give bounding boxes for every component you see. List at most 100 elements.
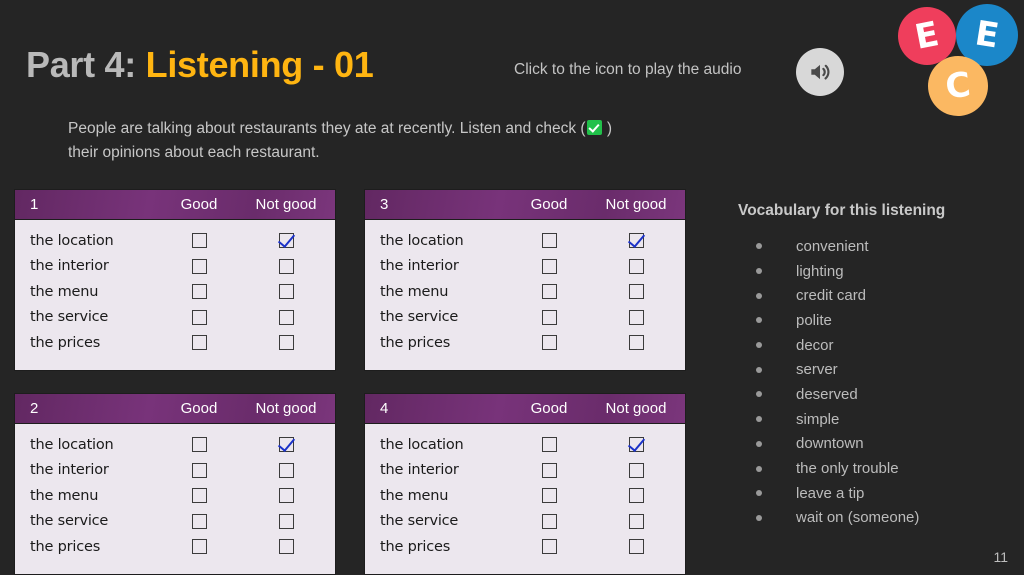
checkbox-good[interactable] [541, 488, 557, 504]
row-label: the menu [380, 283, 449, 300]
checkbox-not-good[interactable] [628, 539, 644, 555]
checkbox-good[interactable] [541, 437, 557, 453]
column-header-good: Good [530, 196, 568, 213]
row-label: the location [380, 232, 464, 249]
checkbox-not-good[interactable] [278, 488, 294, 504]
checkbox-not-good[interactable] [278, 437, 294, 453]
cell-good [161, 462, 237, 478]
green-check-emoji-icon [586, 120, 602, 135]
checkbox-good[interactable] [541, 258, 557, 274]
table-row: the menu [15, 279, 335, 305]
table-row: the prices [365, 330, 685, 356]
vocabulary-item: deserved [738, 382, 1013, 407]
checkbox-good[interactable] [541, 462, 557, 478]
row-label: the interior [380, 462, 459, 479]
checkbox-not-good[interactable] [628, 437, 644, 453]
cell-good [161, 488, 237, 504]
checkbox-good[interactable] [191, 462, 207, 478]
table-number: 2 [30, 400, 39, 417]
column-header-good: Good [180, 400, 218, 417]
table-row: the location [15, 432, 335, 458]
table-row: the service [365, 305, 685, 331]
checkbox-good[interactable] [541, 335, 557, 351]
audio-hint-text: Click to the icon to play the audio [514, 61, 742, 78]
vocabulary-item-label: credit card [796, 287, 867, 305]
row-label: the location [30, 232, 114, 249]
checkbox-good[interactable] [191, 513, 207, 529]
column-header-not-good: Not good [605, 196, 667, 213]
checkbox-not-good[interactable] [628, 284, 644, 300]
checkbox-good[interactable] [541, 539, 557, 555]
vocabulary-item: downtown [738, 432, 1013, 457]
cell-not-good [237, 335, 335, 351]
cell-not-good [587, 513, 685, 529]
checkbox-not-good[interactable] [278, 309, 294, 325]
row-label: the service [30, 309, 109, 326]
cell-not-good [587, 258, 685, 274]
checkbox-good[interactable] [191, 335, 207, 351]
checkbox-not-good[interactable] [278, 513, 294, 529]
table-header-row: 2 Good Not good [15, 394, 335, 424]
cell-good [511, 462, 587, 478]
page-title-prefix: Part 4: [26, 44, 136, 85]
checkbox-not-good[interactable] [628, 233, 644, 249]
checkbox-good[interactable] [191, 539, 207, 555]
cell-not-good [587, 539, 685, 555]
vocabulary-list: convenient lighting credit card polite decor… [738, 234, 1013, 530]
bullet-icon [756, 465, 762, 472]
checkbox-not-good[interactable] [628, 513, 644, 529]
checkbox-good[interactable] [541, 309, 557, 325]
checkbox-good[interactable] [191, 309, 207, 325]
checkbox-not-good[interactable] [278, 335, 294, 351]
table-body: the location the interior the menu the serv… [15, 220, 335, 370]
table-body: the location the interior the menu the serv… [365, 424, 685, 574]
checkbox-not-good[interactable] [628, 309, 644, 325]
checkbox-good[interactable] [191, 488, 207, 504]
checkbox-not-good[interactable] [628, 488, 644, 504]
vocabulary-item-label: the only trouble [796, 460, 899, 478]
table-row: the menu [365, 483, 685, 509]
table-body: the location the interior the menu the serv… [365, 220, 685, 370]
table-row: the location [365, 432, 685, 458]
cell-not-good [237, 539, 335, 555]
cell-not-good [237, 488, 335, 504]
checkbox-good[interactable] [191, 284, 207, 300]
vocabulary-item-label: downtown [796, 435, 864, 453]
checkbox-not-good[interactable] [278, 462, 294, 478]
checkbox-not-good[interactable] [278, 258, 294, 274]
bullet-icon [756, 490, 762, 497]
logo-letter-e2: E [972, 13, 1002, 57]
vocabulary-item-label: decor [796, 336, 834, 354]
checkbox-not-good[interactable] [628, 335, 644, 351]
cell-good [161, 437, 237, 453]
table-row: the interior [365, 254, 685, 280]
checkbox-not-good[interactable] [278, 539, 294, 555]
logo-letter-e1: E [911, 14, 943, 58]
checkbox-good[interactable] [541, 284, 557, 300]
checkbox-good[interactable] [191, 437, 207, 453]
cell-good [161, 335, 237, 351]
table-header-row: 3 Good Not good [365, 190, 685, 220]
vocabulary-item: decor [738, 333, 1013, 358]
instruction-line1-before: People are talking about restaurants the… [68, 120, 586, 137]
bullet-icon [756, 366, 762, 373]
vocabulary-item: credit card [738, 283, 1013, 308]
checkbox-good[interactable] [541, 233, 557, 249]
restaurant-table-1: 1 Good Not good the location the interior the… [15, 190, 335, 370]
cell-good [161, 309, 237, 325]
checkbox-good[interactable] [541, 513, 557, 529]
cell-good [511, 437, 587, 453]
checkbox-not-good[interactable] [628, 258, 644, 274]
cell-not-good [237, 233, 335, 249]
checkbox-good[interactable] [191, 233, 207, 249]
cell-not-good [587, 233, 685, 249]
vocabulary-item-label: leave a tip [796, 484, 865, 502]
cell-good [511, 335, 587, 351]
checkbox-not-good[interactable] [278, 284, 294, 300]
bullet-icon [756, 514, 762, 521]
bullet-icon [756, 292, 762, 299]
checkbox-not-good[interactable] [628, 462, 644, 478]
checkbox-not-good[interactable] [278, 233, 294, 249]
checkbox-good[interactable] [191, 258, 207, 274]
play-audio-button[interactable] [796, 48, 844, 96]
